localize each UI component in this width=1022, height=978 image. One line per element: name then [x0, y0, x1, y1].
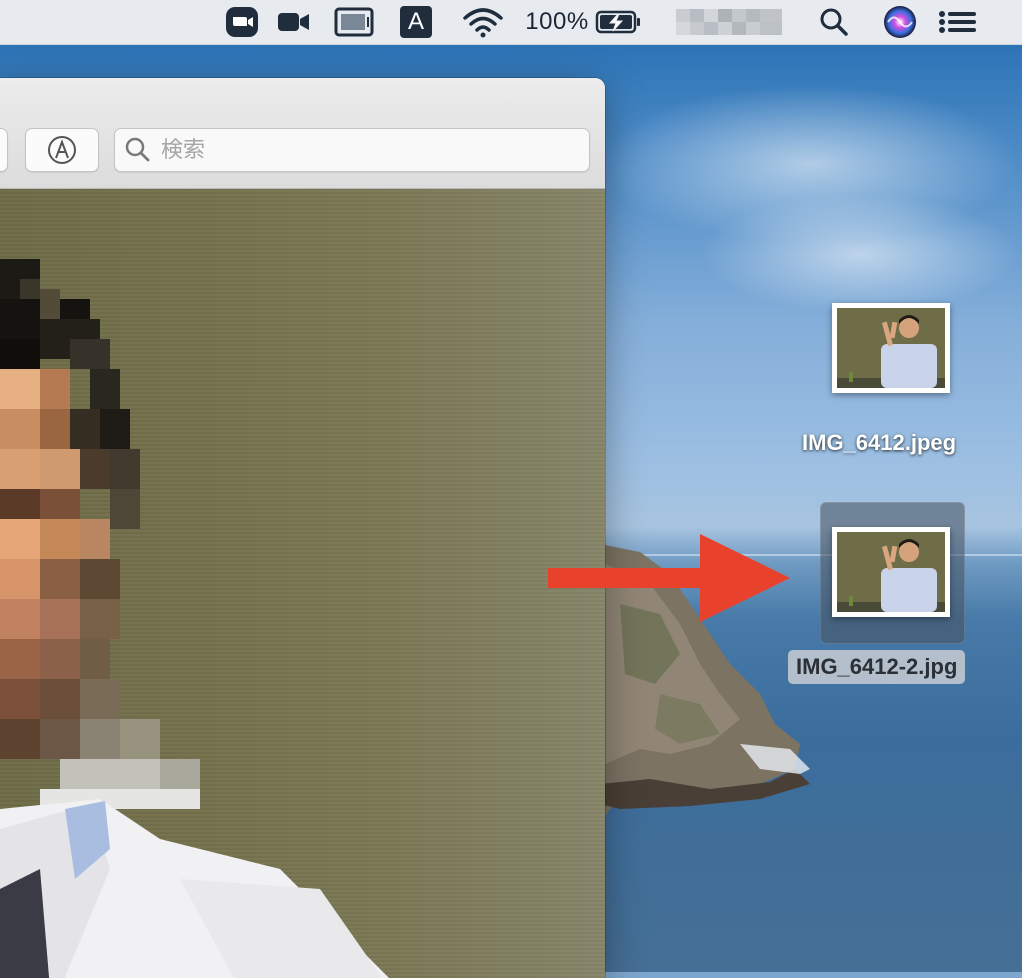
markup-icon	[48, 136, 76, 164]
preview-window	[0, 78, 605, 978]
image-thumbnail	[832, 303, 950, 393]
desktop-icon-label[interactable]: IMG_6412.jpeg	[802, 430, 956, 456]
user-name-blurred[interactable]	[676, 0, 782, 44]
battery-charging-icon[interactable]	[594, 0, 644, 44]
input-source-icon[interactable]: A	[398, 0, 434, 44]
sidecar-icon[interactable]	[332, 0, 376, 44]
desktop-icon-img-6412-jpeg[interactable]	[832, 303, 952, 395]
pixelated-person-photo	[0, 259, 389, 978]
desktop-icon-label-selected[interactable]: IMG_6412-2.jpg	[788, 650, 966, 684]
input-source-label: A	[400, 6, 432, 38]
search-icon	[125, 137, 150, 162]
wifi-icon[interactable]	[460, 0, 506, 44]
desktop-icon-img-6412-2-jpg[interactable]	[832, 527, 952, 619]
cloud	[700, 194, 1020, 314]
spotlight-icon[interactable]	[816, 0, 852, 44]
control-center-icon[interactable]	[936, 0, 980, 44]
red-arrow-annotation	[548, 534, 790, 622]
person-thumbnail-image	[837, 308, 945, 388]
markup-button[interactable]	[25, 128, 99, 172]
person-thumbnail-image	[837, 532, 945, 612]
menu-bar: A 100%	[0, 0, 1022, 45]
siri-icon[interactable]	[882, 0, 918, 44]
image-thumbnail	[832, 527, 950, 617]
facetime-icon[interactable]	[276, 0, 312, 44]
toolbar-button-partial[interactable]	[0, 128, 8, 172]
search-field[interactable]	[114, 128, 590, 172]
photo-content	[0, 189, 605, 978]
battery-percentage[interactable]: 100%	[524, 0, 590, 44]
search-input[interactable]	[159, 136, 563, 164]
zoom-icon[interactable]	[224, 0, 260, 44]
window-toolbar	[0, 78, 605, 189]
